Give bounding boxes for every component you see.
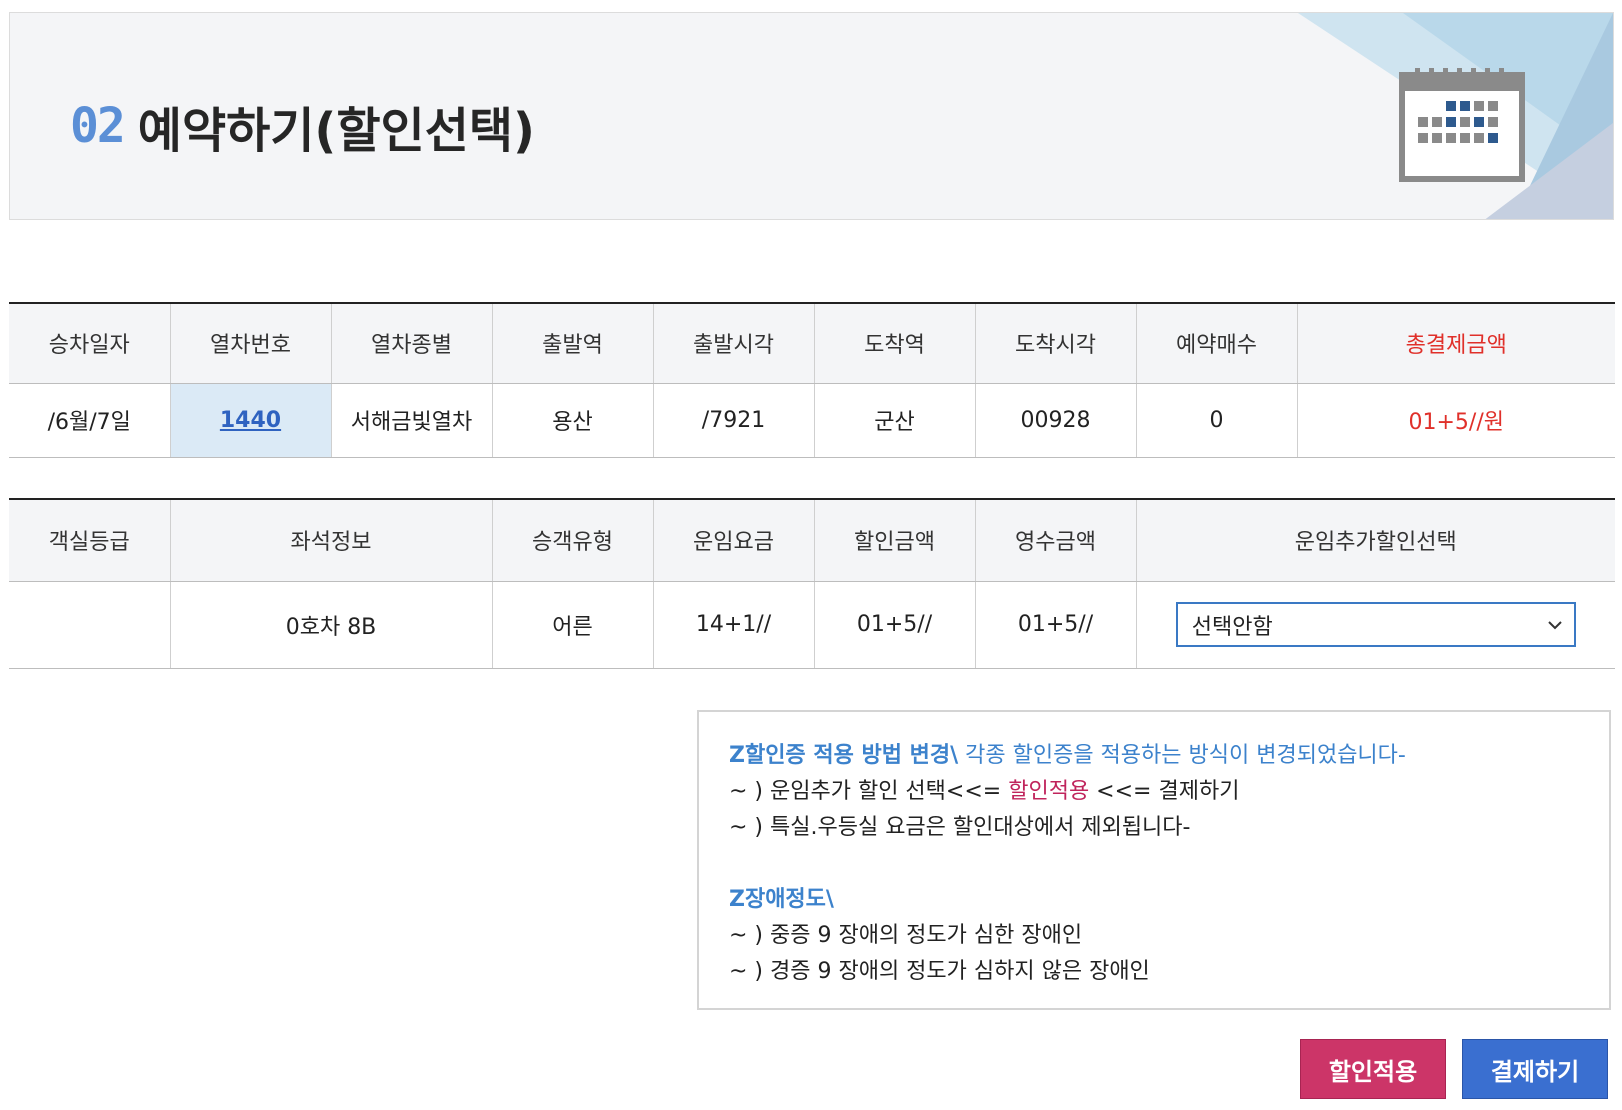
- total-amount: 01+5//원: [1297, 383, 1615, 458]
- table-row: 0호차 8B 어른 14+1// 01+5// 01+5// 선택안함: [9, 581, 1615, 669]
- notice-heading-text: 각종 할인증을 적용하는 방식이 변경되었습니다-: [958, 743, 1406, 768]
- boarding-date: /6월/7일: [9, 383, 171, 458]
- passenger-type: 어른: [492, 581, 654, 669]
- table-header-row: 객실등급 좌석정보 승객유형 운임요금 할인금액 영수금액 운임추가할인선택: [9, 498, 1615, 582]
- header-arrival-time: 도착시각: [975, 302, 1137, 384]
- departure-time: /7921: [653, 383, 815, 458]
- booking-summary-table: 승차일자 열차번호 열차종별 출발역 출발시각 도착역 도착시각 예약매수 총결…: [9, 302, 1615, 458]
- pay-button[interactable]: 결제하기: [1462, 1039, 1608, 1099]
- header-departure-station: 출발역: [492, 302, 654, 384]
- header-boarding-date: 승차일자: [9, 302, 171, 384]
- step-number: 02: [70, 98, 126, 154]
- notice-line-text: <<= 결제하기: [1089, 779, 1240, 804]
- additional-discount-cell: 선택안함: [1136, 581, 1615, 669]
- header-departure-time: 출발시각: [653, 302, 815, 384]
- fare-detail-table: 객실등급 좌석정보 승객유형 운임요금 할인금액 영수금액 운임추가할인선택 0…: [9, 498, 1615, 669]
- arrival-time: 00928: [975, 383, 1137, 458]
- received-amount: 01+5//: [975, 581, 1137, 669]
- header-passenger-type: 승객유형: [492, 498, 654, 582]
- header-train-type: 열차종별: [331, 302, 493, 384]
- page-header-banner: 02 예약하기(할인선택): [9, 12, 1614, 220]
- train-type: 서해금빛열차: [331, 383, 493, 458]
- header-ticket-count: 예약매수: [1136, 302, 1298, 384]
- header-fare: 운임요금: [653, 498, 815, 582]
- notice-line: ~ ) 중증 9 장애의 정도가 심한 장애인: [729, 923, 1083, 948]
- notice-line: ~ ) 경증 9 장애의 정도가 심하지 않은 장애인: [729, 959, 1150, 984]
- header-seat-class: 객실등급: [9, 498, 171, 582]
- disability-heading-title: Z장애정도\: [729, 887, 834, 912]
- select-value: 선택안함: [1191, 614, 1273, 640]
- notice-line: ~ ) 운임추가 할인 선택<<= 할인적용 <<= 결제하기: [729, 774, 1579, 810]
- table-header-row: 승차일자 열차번호 열차종별 출발역 출발시각 도착역 도착시각 예약매수 총결…: [9, 302, 1615, 384]
- page-title: 02 예약하기(할인선택): [70, 91, 535, 161]
- table-row: /6월/7일 1440 서해금빛열차 용산 /7921 군산 00928 0 0…: [9, 383, 1615, 458]
- arrival-station: 군산: [814, 383, 976, 458]
- chevron-down-icon: [1548, 620, 1562, 629]
- header-additional-discount: 운임추가할인선택: [1136, 498, 1615, 582]
- departure-station: 용산: [492, 383, 654, 458]
- discount-notice-box: Z할인증 적용 방법 변경\ 각종 할인증을 적용하는 방식이 변경되었습니다-…: [697, 710, 1611, 1010]
- notice-line: ~ ) 특실.우등실 요금은 할인대상에서 제외됩니다-: [729, 815, 1191, 840]
- fare-amount: 14+1//: [653, 581, 815, 669]
- ticket-count: 0: [1136, 383, 1298, 458]
- notice-heading-title: Z할인증 적용 방법 변경\: [729, 743, 959, 768]
- apply-discount-button[interactable]: 할인적용: [1300, 1039, 1446, 1099]
- disability-heading: Z장애정도\: [729, 882, 1579, 918]
- notice-spacer: [729, 846, 1579, 882]
- notice-line-text: ~ ) 운임추가 할인 선택<<=: [729, 779, 1009, 804]
- calendar-icon: [1399, 68, 1525, 182]
- page-title-text: 예약하기(할인선택): [137, 103, 535, 159]
- header-received-amount: 영수금액: [975, 498, 1137, 582]
- header-train-number: 열차번호: [170, 302, 332, 384]
- discount-amount: 01+5//: [814, 581, 976, 669]
- train-number-link[interactable]: 1440: [220, 408, 281, 433]
- seat-class: [9, 581, 171, 669]
- header-total-amount: 총결제금액: [1297, 302, 1615, 384]
- header-seat-info: 좌석정보: [170, 498, 493, 582]
- notice-heading: Z할인증 적용 방법 변경\ 각종 할인증을 적용하는 방식이 변경되었습니다-: [729, 738, 1579, 774]
- train-number-cell: 1440: [170, 383, 332, 458]
- header-discount-amount: 할인금액: [814, 498, 976, 582]
- notice-highlight: 할인적용: [1008, 779, 1090, 804]
- additional-discount-select[interactable]: 선택안함: [1175, 602, 1576, 647]
- header-arrival-station: 도착역: [814, 302, 976, 384]
- seat-info: 0호차 8B: [170, 581, 493, 669]
